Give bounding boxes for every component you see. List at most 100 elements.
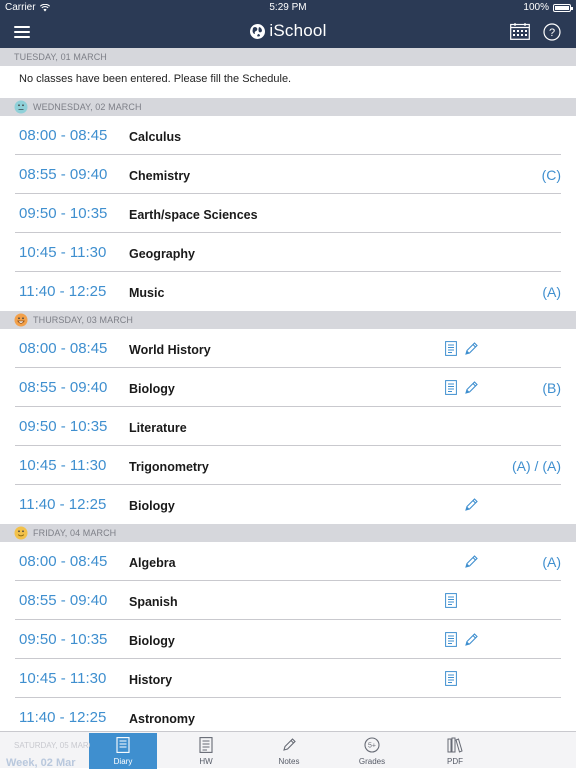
lesson-time: 11:40 - 12:25 (19, 283, 107, 300)
lesson-grade: (A) / (A) (512, 458, 561, 474)
lesson-time: 08:55 - 09:40 (19, 166, 108, 183)
lesson-grade: (C) (541, 167, 561, 183)
note-icon[interactable] (445, 632, 457, 647)
help-icon[interactable]: ? (543, 23, 561, 41)
mood-laughing-icon[interactable] (14, 313, 28, 327)
lesson-row[interactable]: 08:55 - 09:40 Spanish (15, 581, 561, 620)
day-header-label: TUESDAY, 01 MARCH (14, 52, 107, 62)
tab-label: Diary (113, 757, 133, 766)
lesson-subject: History (129, 673, 173, 687)
lesson-grade: (B) (542, 380, 561, 396)
tab-hw[interactable]: HW (172, 733, 240, 769)
mood-smiling-icon[interactable] (14, 526, 28, 540)
lesson-time: 09:50 - 10:35 (19, 205, 108, 222)
tab-label: Notes (278, 757, 300, 766)
day-header: FRIDAY, 04 MARCH (0, 524, 576, 542)
day-header: TUESDAY, 01 MARCH (0, 48, 576, 66)
day-header: WEDNESDAY, 02 MARCH (0, 98, 576, 116)
battery-group: 100% (523, 2, 573, 13)
diary-list[interactable]: TUESDAY, 01 MARCH No classes have been en… (0, 48, 576, 732)
lesson-subject: Trigonometry (129, 460, 209, 474)
lesson-row[interactable]: 09:50 - 10:35 Literature (15, 407, 561, 446)
lesson-subject: Calculus (129, 130, 182, 144)
svg-text:5+: 5+ (368, 743, 376, 750)
calendar-icon[interactable] (510, 23, 530, 40)
lesson-time: 11:40 - 12:25 (19, 709, 107, 726)
note-icon[interactable] (445, 671, 457, 686)
lesson-row[interactable]: 11:40 - 12:25 Music (A) (15, 272, 561, 311)
homework-pencil-icon[interactable] (464, 554, 479, 569)
lesson-row[interactable]: 11:40 - 12:25 Biology (15, 485, 561, 524)
pencil-icon (255, 737, 323, 753)
lesson-time: 08:00 - 08:45 (19, 553, 108, 570)
lesson-time: 11:40 - 12:25 (19, 496, 107, 513)
lesson-time: 08:55 - 09:40 (19, 379, 108, 396)
lesson-row[interactable]: 08:55 - 09:40 Biology (B) (15, 368, 561, 407)
tab-label: PDF (447, 757, 463, 766)
tab-grades[interactable]: 5+ Grades (338, 733, 406, 769)
svg-text:?: ? (549, 27, 555, 39)
lesson-subject: Biology (129, 382, 175, 396)
lesson-time: 10:45 - 11:30 (19, 670, 107, 687)
lesson-subject: Biology (129, 499, 175, 513)
lesson-time: 10:45 - 11:30 (19, 244, 107, 261)
day-header-label: WEDNESDAY, 02 MARCH (33, 102, 142, 112)
lesson-subject: Algebra (129, 556, 176, 570)
tab-diary[interactable]: Diary (89, 733, 157, 769)
note-icon[interactable] (445, 593, 457, 608)
homework-pencil-icon[interactable] (464, 380, 479, 395)
lesson-time: 10:45 - 11:30 (19, 457, 107, 474)
lesson-row[interactable]: 10:45 - 11:30 Trigonometry (A) / (A) (15, 446, 561, 485)
lesson-row[interactable]: 09:50 - 10:35 Biology (15, 620, 561, 659)
lesson-subject: Chemistry (129, 169, 191, 183)
mood-neutral-icon[interactable] (14, 100, 28, 114)
lesson-time: 08:55 - 09:40 (19, 592, 108, 609)
tab-pdf[interactable]: PDF (421, 733, 489, 769)
empty-schedule-notice: No classes have been entered. Please fil… (19, 73, 292, 85)
lesson-grade: (A) (542, 554, 561, 570)
lesson-row[interactable]: 09:50 - 10:35 Earth/space Sciences (15, 194, 561, 233)
lesson-subject: Literature (129, 421, 187, 435)
lesson-row[interactable]: 10:45 - 11:30 History (15, 659, 561, 698)
navigation-bar: iSchool ? (0, 16, 576, 48)
status-bar: Carrier 5:29 PM 100% (0, 0, 576, 16)
diary-icon (89, 737, 157, 753)
homework-pencil-icon[interactable] (464, 341, 479, 356)
week-label: Week, 02 Mar (6, 757, 76, 768)
lesson-row[interactable]: 10:45 - 11:30 Geography (15, 233, 561, 272)
day-header-label: FRIDAY, 04 MARCH (33, 528, 117, 538)
lesson-row[interactable]: 11:40 - 12:25 Astronomy (15, 698, 561, 732)
lesson-row[interactable]: 08:00 - 08:45 World History (15, 329, 561, 368)
lesson-subject: Biology (129, 634, 175, 648)
lesson-subject: Music (129, 286, 165, 300)
lesson-subject: Earth/space Sciences (129, 208, 258, 222)
homework-pencil-icon[interactable] (464, 632, 479, 647)
tab-notes[interactable]: Notes (255, 733, 323, 769)
clock: 5:29 PM (269, 2, 307, 13)
lesson-time: 09:50 - 10:35 (19, 418, 108, 435)
app-title: iSchool (0, 21, 576, 41)
note-icon[interactable] (445, 380, 457, 395)
day-header-label: THURSDAY, 03 MARCH (33, 315, 133, 325)
lesson-time: 09:50 - 10:35 (19, 631, 108, 648)
tab-label: HW (199, 757, 213, 766)
lesson-grade: (A) (542, 284, 561, 300)
day-header: THURSDAY, 03 MARCH (0, 311, 576, 329)
lesson-row[interactable]: 08:55 - 09:40 Chemistry (C) (15, 155, 561, 194)
lesson-time: 08:00 - 08:45 (19, 127, 108, 144)
week-banner: SATURDAY, 05 MARCH Week, 02 Mar (0, 737, 90, 768)
lesson-row[interactable]: 08:00 - 08:45 Algebra (A) (15, 542, 561, 581)
pdf-icon (421, 737, 489, 753)
lesson-row[interactable]: 08:00 - 08:45 Calculus (15, 116, 561, 155)
lesson-subject: Spanish (129, 595, 178, 609)
homework-icon (172, 737, 240, 753)
globe-icon (250, 24, 266, 39)
lesson-subject: Astronomy (129, 712, 195, 726)
tab-label: Grades (358, 757, 386, 766)
battery-icon (553, 3, 573, 12)
lesson-subject: World History (129, 343, 211, 357)
next-day-header-peek: SATURDAY, 05 MARCH (14, 741, 90, 750)
lesson-time: 08:00 - 08:45 (19, 340, 108, 357)
note-icon[interactable] (445, 341, 457, 356)
homework-pencil-icon[interactable] (464, 497, 479, 512)
